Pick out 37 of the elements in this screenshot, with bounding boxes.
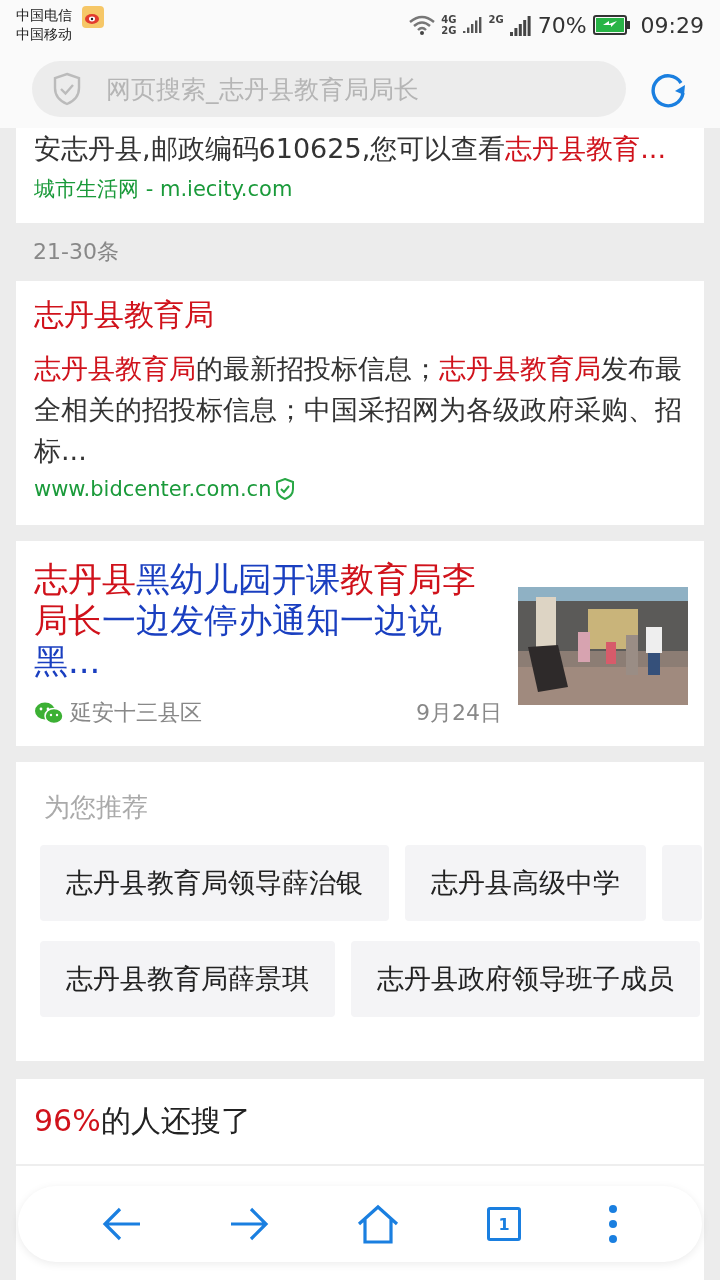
news-date: 9月24日 — [416, 699, 502, 727]
battery-icon — [592, 15, 631, 35]
result-url[interactable]: www.bidcenter.com.cn — [34, 477, 272, 501]
more-icon[interactable] — [608, 1204, 619, 1244]
carrier-name: 中国电信 — [16, 6, 72, 25]
shield-check-icon — [52, 72, 82, 106]
result-source[interactable]: 城市生活网 - m.iecity.com — [34, 175, 686, 203]
result-snippet: 志丹县教育局的最新招投标信息；志丹县教育局发布最全相关的招投标信息；中国采招网为各级政府采购、招标... — [34, 352, 683, 468]
result-title[interactable]: 志丹县教育局 — [34, 295, 686, 336]
suggestion-chip[interactable]: 志丹县教育局领导薛治银 — [40, 845, 389, 921]
suggestion-chip[interactable]: 志丹县政府领导班子成员 — [351, 941, 700, 1017]
network-label: 2G — [441, 25, 457, 36]
network-label: 4G — [441, 14, 457, 25]
page-range-label: 21-30条 — [32, 238, 120, 266]
clock-time: 09:29 — [640, 12, 704, 38]
suggestion-chip[interactable]: 志丹县教育局薛景琪 — [40, 941, 335, 1017]
forward-arrow-icon[interactable] — [228, 1206, 269, 1242]
section-title: 96%的人还搜了 — [16, 1079, 704, 1166]
battery-percent: 70% — [537, 12, 587, 38]
tabs-button[interactable]: 1 — [487, 1207, 522, 1241]
home-icon[interactable] — [355, 1204, 400, 1244]
signal-icon — [509, 14, 532, 36]
back-arrow-icon[interactable] — [101, 1206, 142, 1242]
result-snippet: 安志丹县,邮政编码610625,您可以查看志丹县教育... — [34, 132, 667, 166]
wifi-icon — [409, 15, 436, 35]
result-card[interactable]: 安志丹县,邮政编码610625,您可以查看志丹县教育... 城市生活网 - m.iecity.com — [16, 128, 704, 223]
news-source: 延安十三县区 — [70, 699, 203, 727]
news-card[interactable]: 志丹县黑幼儿园开课教育局李局长一边发停办通知一边说黑... 延安十三县区 9月24日 — [16, 541, 704, 746]
result-card[interactable]: 志丹县教育局 志丹县教育局的最新招投标信息；志丹县教育局发布最全相关的招投标信息；中国采招网为各级政府采购、招标... www.bidcenter.com.cn — [16, 281, 704, 525]
network-label: 2G — [488, 13, 504, 25]
suggestion-chip[interactable]: 志丹县高级中学 — [405, 845, 646, 921]
notification-app-icon — [82, 6, 104, 28]
carrier-name: 中国移动 — [16, 25, 72, 44]
chat-bubbles-icon — [34, 701, 64, 725]
news-title[interactable]: 志丹县黑幼儿园开课教育局李局长一边发停办通知一边说黑... — [34, 559, 479, 682]
signal-icon — [462, 15, 483, 35]
section-title: 为您推荐 — [44, 791, 149, 824]
